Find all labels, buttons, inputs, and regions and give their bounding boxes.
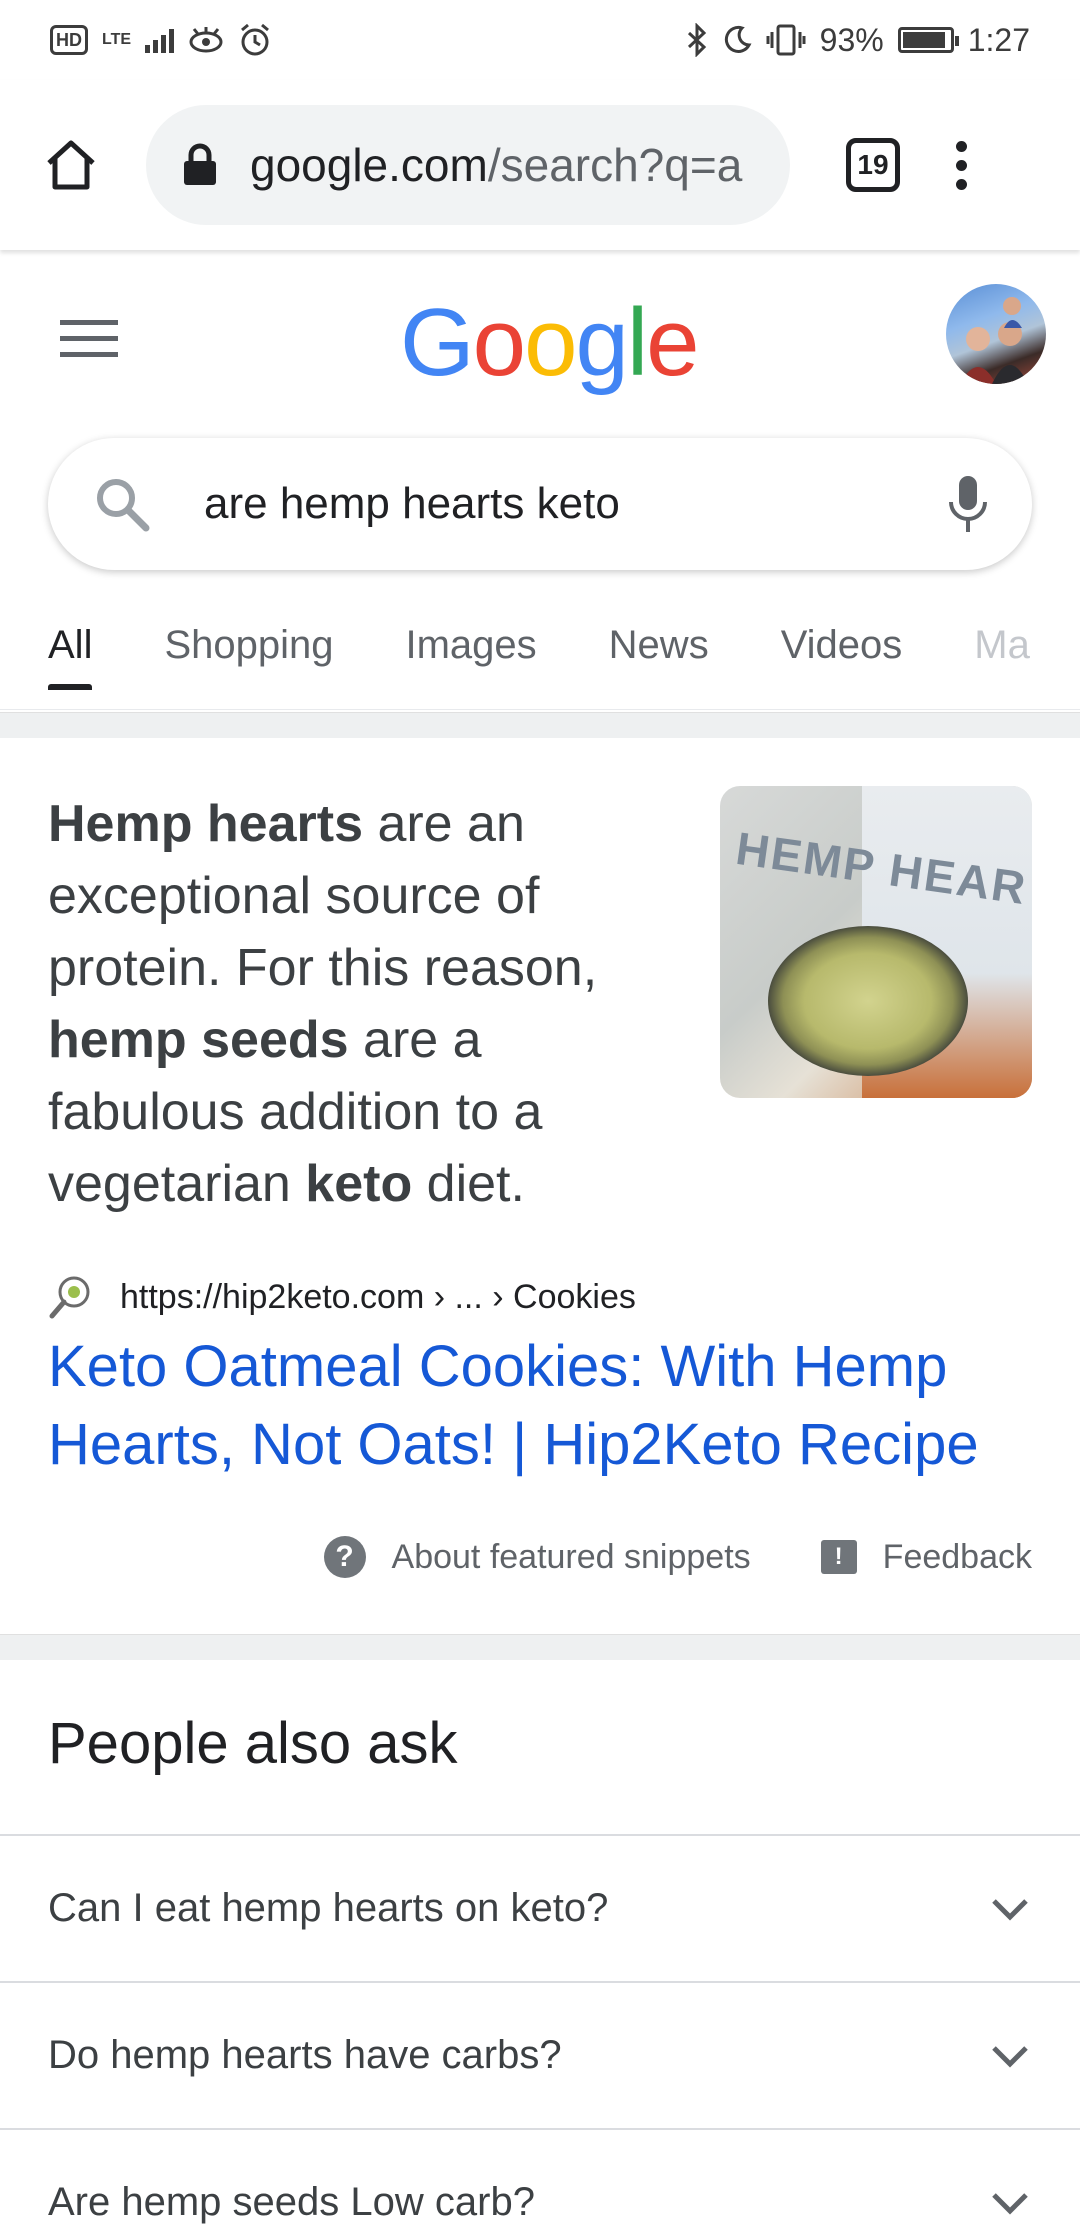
hd-badge: HD <box>50 25 88 55</box>
url-path: /search?q=a <box>487 139 743 191</box>
snippet-text: Hemp hearts are an exceptional source of… <box>48 788 648 1220</box>
paa-question[interactable]: Can I eat hemp hearts on keto? <box>0 1836 1080 1983</box>
status-right: 93% 1:27 <box>686 22 1030 59</box>
search-tabs: All Shopping Images News Videos Ma <box>0 600 1080 710</box>
google-header: Google <box>0 270 1080 410</box>
paa-question-text: Are hemp seeds Low carb? <box>48 2180 535 2224</box>
measuring-cup-image <box>768 926 968 1076</box>
home-icon[interactable] <box>36 130 106 200</box>
logo-letter: o <box>472 289 526 396</box>
battery-percent: 93% <box>819 21 884 58</box>
snippet-footer: ? About featured snippets ! Feedback <box>0 1536 1080 1578</box>
featured-snippet: Hemp hearts are an exceptional source of… <box>0 738 1080 1634</box>
logo-letter: e <box>646 289 699 396</box>
hamburger-menu-icon[interactable] <box>60 320 118 368</box>
tab-images[interactable]: Images <box>406 600 537 690</box>
paa-question[interactable]: Do hemp hearts have carbs? <box>0 1983 1080 2130</box>
vibrate-icon <box>766 24 806 56</box>
status-left: HD LTE <box>50 23 272 57</box>
feedback-icon[interactable]: ! <box>820 1540 857 1574</box>
status-bar: HD LTE 93% 1:27 <box>0 0 1080 80</box>
search-input[interactable]: are hemp hearts keto <box>204 479 948 529</box>
moon-icon <box>724 25 752 53</box>
snippet-bold: Hemp hearts <box>48 795 363 853</box>
paa-question-text: Do hemp hearts have carbs? <box>48 2033 562 2077</box>
account-avatar[interactable] <box>946 284 1046 384</box>
source-url: https://hip2keto.com › ... › Cookies <box>120 1277 636 1316</box>
result-title-link[interactable]: Keto Oatmeal Cookies: With Hemp Hearts, … <box>48 1328 1038 1484</box>
network-type: LTE <box>102 31 132 48</box>
paa-question-text: Can I eat hemp hearts on keto? <box>48 1886 609 1930</box>
section-divider <box>0 1634 1080 1660</box>
logo-letter: o <box>524 289 577 396</box>
browser-toolbar: google.com/search?q=a 19 <box>0 80 1080 250</box>
clock: 1:27 <box>967 21 1030 58</box>
chevron-down-icon[interactable] <box>990 1897 1030 1921</box>
alarm-icon <box>241 23 269 56</box>
signal-icon <box>145 27 175 53</box>
tab-news[interactable]: News <box>609 600 709 690</box>
lock-icon <box>184 143 216 185</box>
logo-letter: g <box>575 289 628 396</box>
logo-letter: G <box>400 289 475 396</box>
search-icon[interactable] <box>92 474 152 534</box>
address-bar[interactable]: google.com/search?q=a <box>146 105 790 225</box>
bluetooth-icon <box>687 23 706 57</box>
feedback-link[interactable]: Feedback <box>883 1538 1032 1577</box>
chevron-down-icon[interactable] <box>990 2191 1030 2215</box>
section-divider <box>0 712 1080 738</box>
tab-count: 19 <box>857 149 889 180</box>
people-also-ask: People also ask Can I eat hemp hearts on… <box>0 1660 1080 2240</box>
snippet-bold: keto <box>305 1155 413 1213</box>
battery-icon <box>897 27 959 53</box>
more-options-icon[interactable] <box>956 140 967 190</box>
search-box[interactable]: are hemp hearts keto <box>48 438 1032 570</box>
snippet-bold: hemp seeds <box>48 1011 349 1069</box>
snippet-thumbnail[interactable]: HEMP HEAR <box>720 786 1032 1098</box>
snippet-plain: diet. <box>412 1155 525 1213</box>
help-icon[interactable]: ? <box>323 1536 366 1578</box>
tab-videos[interactable]: Videos <box>781 600 903 690</box>
url-host: google.com <box>250 139 488 191</box>
chevron-down-icon[interactable] <box>990 2044 1030 2068</box>
result-source[interactable]: https://hip2keto.com › ... › Cookies <box>48 1274 636 1320</box>
paa-heading: People also ask <box>0 1660 1080 1836</box>
google-logo[interactable]: Google <box>400 288 700 398</box>
tab-shopping[interactable]: Shopping <box>164 600 333 690</box>
logo-letter: l <box>626 289 648 396</box>
microphone-icon[interactable] <box>948 474 988 534</box>
about-snippets-link[interactable]: About featured snippets <box>392 1538 751 1577</box>
tab-all[interactable]: All <box>48 600 93 690</box>
tab-maps-partial[interactable]: Ma <box>974 600 1030 690</box>
eye-comfort-icon <box>189 27 223 53</box>
site-favicon-icon <box>49 1276 90 1319</box>
paa-question[interactable]: Are hemp seeds Low carb? <box>0 2130 1080 2240</box>
tab-switcher-button[interactable]: 19 <box>846 138 900 192</box>
